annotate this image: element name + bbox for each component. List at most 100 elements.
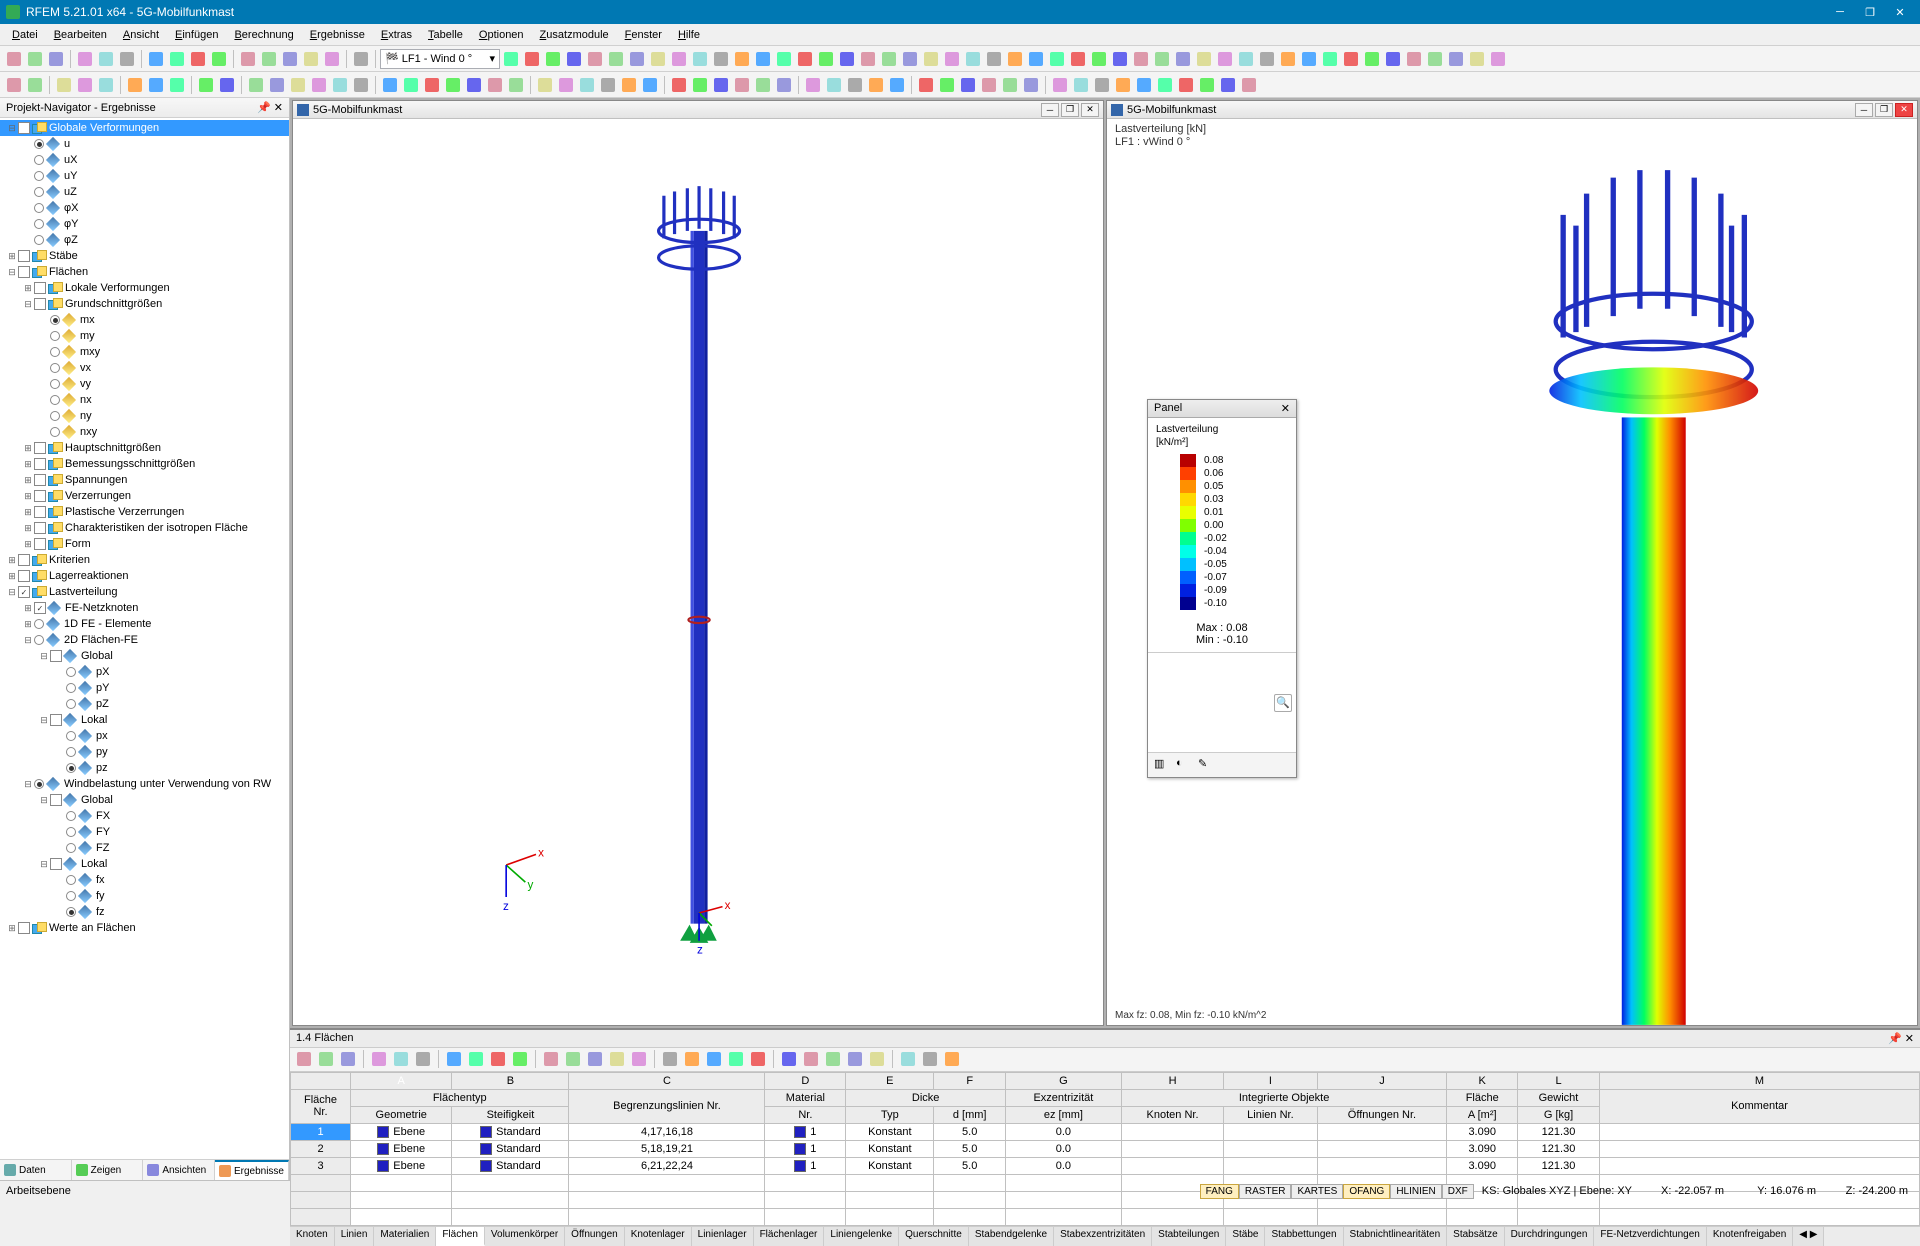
tree-item[interactable]: py [0,744,289,760]
toolbar-button[interactable] [1218,75,1238,95]
toolbar-button[interactable] [1278,49,1298,69]
toolbar-button[interactable] [125,75,145,95]
window-maximize[interactable]: ❐ [1856,2,1884,22]
menu-berechnung[interactable]: Berechnung [226,26,301,44]
table-row[interactable]: 1EbeneStandard4,17,16,181Konstant5.00.03… [291,1123,1920,1140]
toolbar-button[interactable] [501,49,521,69]
toolbar-button[interactable] [1215,49,1235,69]
tree-item[interactable]: ⊞Hauptschnittgrößen [0,440,289,456]
canvas-right[interactable]: Lastverteilung [kN] LF1 : vWind 0 ° [1107,119,1917,1025]
toolbar-button[interactable] [246,75,266,95]
toolbar-button[interactable] [464,75,484,95]
toolbar-button[interactable] [1005,49,1025,69]
toolbar-button[interactable] [238,49,258,69]
nav-tab-daten[interactable]: Daten [0,1160,72,1180]
tree-item[interactable]: vx [0,360,289,376]
tree-item[interactable]: pZ [0,696,289,712]
nav-tab-ansichten[interactable]: Ansichten [143,1160,215,1180]
toolbar-button[interactable] [690,75,710,95]
toolbar-button[interactable] [682,1049,702,1069]
toolbar-button[interactable] [369,1049,389,1069]
tree-item[interactable]: FY [0,824,289,840]
tree-item[interactable]: FX [0,808,289,824]
toolbar-button[interactable] [669,75,689,95]
toolbar-button[interactable] [338,1049,358,1069]
table-tab[interactable]: Stabnichtlinearitäten [1344,1227,1448,1246]
toolbar-button[interactable] [46,49,66,69]
table-tab[interactable]: Materialien [374,1227,436,1246]
vp-minimize[interactable]: ─ [1041,103,1059,117]
toolbar-button[interactable] [753,75,773,95]
toolbar-button[interactable] [188,49,208,69]
tree-item[interactable]: ⊟Globale Verformungen [0,120,289,136]
toolbar-button[interactable] [380,75,400,95]
tree-item[interactable]: mxy [0,344,289,360]
tree-item[interactable]: pY [0,680,289,696]
snap-toggle-dxf[interactable]: DXF [1442,1184,1474,1199]
toolbar-button[interactable] [1131,49,1151,69]
toolbar-button[interactable] [543,49,563,69]
vp-maximize[interactable]: ❐ [1061,103,1079,117]
table-tab[interactable]: FE-Netzverdichtungen [1594,1227,1707,1246]
vp-minimize[interactable]: ─ [1855,103,1873,117]
table-tab[interactable]: Knoten [290,1227,335,1246]
toolbar-button[interactable] [979,75,999,95]
table-tab[interactable]: Knotenlager [625,1227,692,1246]
toolbar-button[interactable] [942,49,962,69]
toolbar-button[interactable] [1092,75,1112,95]
toolbar-button[interactable] [488,1049,508,1069]
toolbar-button[interactable] [96,49,116,69]
toolbar-button[interactable] [916,75,936,95]
toolbar-button[interactable] [1488,49,1508,69]
toolbar-button[interactable] [1299,49,1319,69]
toolbar-button[interactable] [732,75,752,95]
table-tab-nav[interactable]: ◀ ▶ [1793,1227,1824,1246]
toolbar-button[interactable] [1089,49,1109,69]
tree-item[interactable]: ⊞Charakteristiken der isotropen Fläche [0,520,289,536]
toolbar-button[interactable] [585,1049,605,1069]
toolbar-button[interactable] [1134,75,1154,95]
tree-item[interactable]: ⊞Lokale Verformungen [0,280,289,296]
toolbar-button[interactable] [1068,49,1088,69]
table-tab[interactable]: Linien [335,1227,375,1246]
toolbar-button[interactable] [887,75,907,95]
toolbar-button[interactable] [1071,75,1091,95]
toolbar-button[interactable] [1021,75,1041,95]
tree-item[interactable]: FZ [0,840,289,856]
tree-item[interactable]: pX [0,664,289,680]
viewport-left[interactable]: 5G-Mobilfunkmast ─ ❐ ✕ [292,100,1104,1026]
tree-item[interactable]: ⊞1D FE - Elemente [0,616,289,632]
toolbar-button[interactable] [4,49,24,69]
tree-item[interactable]: ⊟Windbelastung unter Verwendung von RW [0,776,289,792]
tree-item[interactable]: ⊞Stäbe [0,248,289,264]
legend-panel[interactable]: Panel ✕ Lastverteilung [kN/m²] 0.080.060… [1147,399,1297,778]
toolbar-button[interactable] [845,75,865,95]
toolbar-button[interactable] [535,75,555,95]
toolbar-button[interactable] [54,75,74,95]
toolbar-button[interactable] [867,1049,887,1069]
table-tab[interactable]: Stabbettungen [1265,1227,1343,1246]
toolbar-button[interactable] [669,49,689,69]
toolbar-button[interactable] [823,1049,843,1069]
table-tab[interactable]: Stabendgelenke [969,1227,1054,1246]
toolbar-button[interactable] [443,75,463,95]
toolbar-button[interactable] [330,75,350,95]
toolbar-button[interactable] [963,49,983,69]
toolbar-button[interactable] [858,49,878,69]
toolbar-button[interactable] [726,1049,746,1069]
toolbar-button[interactable] [879,49,899,69]
toolbar-button[interactable] [1047,49,1067,69]
toolbar-button[interactable] [898,1049,918,1069]
table-tab[interactable]: Flächenlager [754,1227,825,1246]
toolbar-button[interactable] [753,49,773,69]
toolbar-button[interactable] [900,49,920,69]
toolbar-button[interactable] [444,1049,464,1069]
toolbar-button[interactable] [1110,49,1130,69]
table-pin[interactable]: 📌 ✕ [1888,1032,1914,1045]
toolbar-button[interactable] [866,75,886,95]
table-tab[interactable]: Volumenkörper [485,1227,565,1246]
tree-item[interactable]: uY [0,168,289,184]
toolbar-button[interactable] [351,49,371,69]
tree-item[interactable]: ⊞Lagerreaktionen [0,568,289,584]
toolbar-button[interactable] [422,75,442,95]
